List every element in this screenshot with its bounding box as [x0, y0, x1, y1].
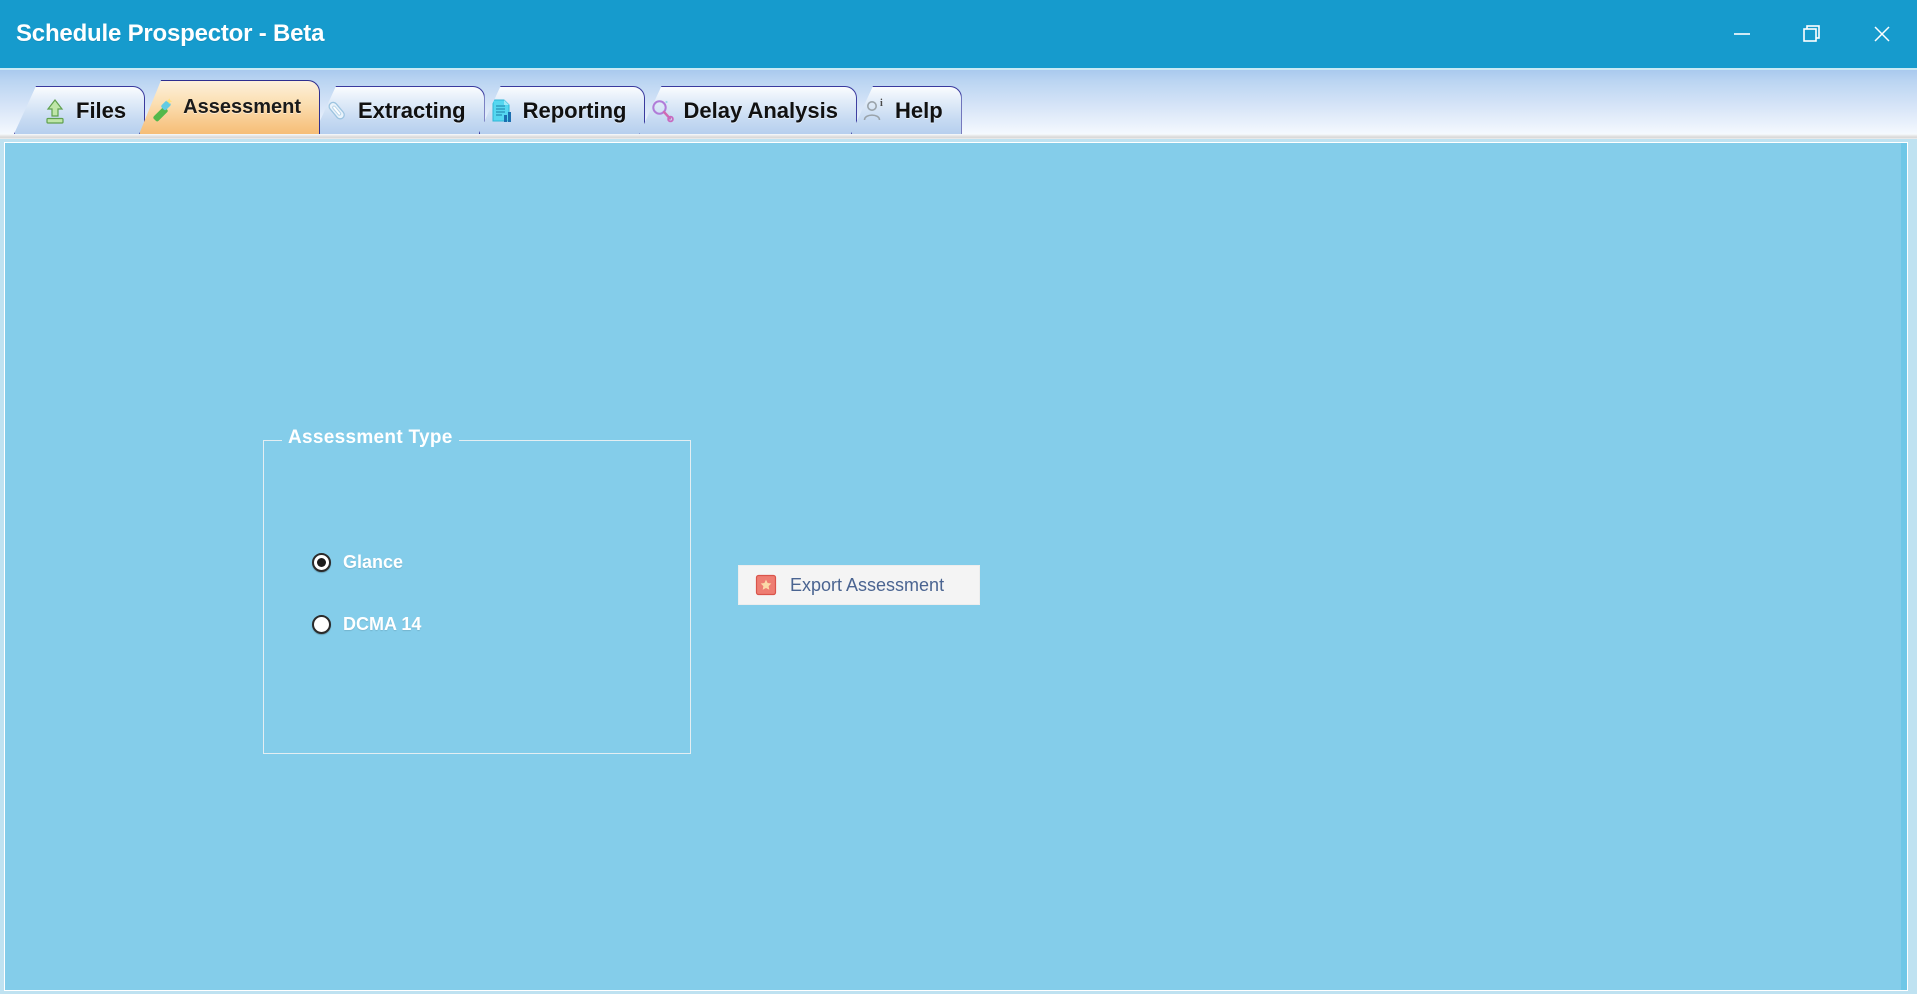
window-title: Schedule Prospector - Beta: [16, 20, 325, 47]
magnifier-icon: [648, 97, 676, 125]
close-icon: [1870, 22, 1894, 46]
export-assessment-button[interactable]: Export Assessment: [738, 565, 980, 605]
svg-text:i: i: [880, 98, 883, 109]
tab-strip: Files Assessment Extracting Reporting De…: [0, 68, 1917, 134]
tab-assessment[interactable]: Assessment: [139, 80, 320, 134]
assessment-type-groupbox: Assessment Type Glance DCMA 14: [263, 427, 691, 754]
paperclip-pen-icon: [323, 97, 351, 125]
magic-wand-icon: [148, 94, 176, 122]
restore-button[interactable]: [1777, 0, 1847, 68]
user-info-icon: i: [860, 97, 888, 125]
tab-label-extracting: Extracting: [357, 97, 466, 123]
restore-icon: [1800, 22, 1824, 46]
close-button[interactable]: [1847, 0, 1917, 68]
radio-button-dcma-14[interactable]: [312, 615, 331, 634]
radio-option-dcma-14[interactable]: DCMA 14: [312, 614, 421, 635]
minimize-icon: [1731, 23, 1753, 45]
application-window: Schedule Prospector - Beta Files Assessm…: [0, 0, 1917, 994]
groupbox-border-left-stub: [264, 440, 274, 442]
tab-label-reporting: Reporting: [522, 97, 627, 123]
tab-label-assessment: Assessment: [183, 96, 301, 118]
tab-reporting[interactable]: Reporting: [478, 86, 646, 134]
upload-arrow-icon: [41, 97, 69, 125]
content-right-edge: [1901, 143, 1907, 990]
minimize-button[interactable]: [1707, 0, 1777, 68]
content-outer: Assessment Type Glance DCMA 14 Export As…: [0, 139, 1917, 994]
radio-label-dcma-14: DCMA 14: [343, 614, 422, 634]
tab-help[interactable]: i Help: [850, 86, 962, 134]
window-controls: [1707, 0, 1917, 68]
title-bar: Schedule Prospector - Beta: [0, 0, 1917, 68]
tab-label-files: Files: [76, 97, 127, 123]
tab-files[interactable]: Files: [14, 86, 146, 134]
export-excel-icon: [755, 574, 777, 596]
document-chart-icon: [488, 97, 516, 125]
tab-label-help: Help: [894, 97, 943, 123]
tab-delay-analysis[interactable]: Delay Analysis: [639, 86, 857, 134]
tab-extracting[interactable]: Extracting: [313, 86, 485, 134]
radio-button-glance[interactable]: [312, 553, 331, 572]
assessment-page: Assessment Type Glance DCMA 14 Export As…: [4, 142, 1908, 991]
assessment-type-legend: Assessment Type: [282, 427, 459, 449]
radio-label-glance: Glance: [343, 552, 404, 572]
export-assessment-label: Export Assessment: [790, 574, 945, 595]
tab-label-delay-analysis: Delay Analysis: [683, 97, 838, 123]
radio-option-glance[interactable]: Glance: [312, 552, 403, 573]
